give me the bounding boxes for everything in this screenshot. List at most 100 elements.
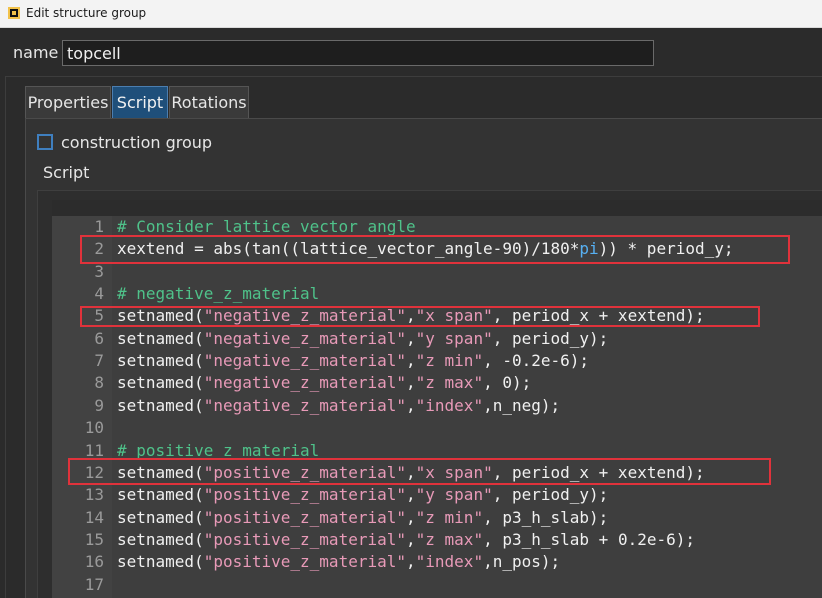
line-number: 9 xyxy=(94,395,104,415)
code-token-str: "x span" xyxy=(415,306,493,326)
code-line: 7 setnamed("negative_z_material","z min",… xyxy=(52,350,822,372)
line-number: 14 xyxy=(84,507,104,527)
code-text: setnamed("positive_z_material","x span",… xyxy=(117,462,705,484)
code-text: setnamed("positive_z_material","y span",… xyxy=(117,484,608,506)
code-token-str: "positive_z_material" xyxy=(203,485,406,505)
editor-top-strip xyxy=(52,200,822,216)
code-token-plain: , xyxy=(406,529,416,549)
code-token-const: pi xyxy=(579,239,599,259)
code-text: setnamed("negative_z_material","z min", … xyxy=(117,350,589,372)
app-window-icon xyxy=(8,7,20,19)
code-token-str: "positive_z_material" xyxy=(203,529,406,549)
code-token-str: "index" xyxy=(415,552,484,572)
line-number: 15 xyxy=(84,529,104,549)
line-number: 16 xyxy=(84,552,104,572)
code-token-plain: setnamed( xyxy=(117,306,204,326)
code-token-plain: ,n_neg); xyxy=(483,395,561,415)
code-token-plain: setnamed( xyxy=(117,395,204,415)
line-number: 4 xyxy=(94,284,104,304)
code-line: 15 setnamed("positive_z_material","z max"… xyxy=(52,529,822,551)
code-token-comment: # Consider lattice vector angle xyxy=(117,217,416,236)
code-line: 1 # Consider lattice vector angle xyxy=(52,216,822,238)
code-token-plain: setnamed( xyxy=(117,485,204,505)
code-token-str: "negative_z_material" xyxy=(203,373,406,393)
code-text: setnamed("positive_z_material","z max", … xyxy=(117,529,695,551)
line-number: 12 xyxy=(84,462,104,482)
tab-rotations[interactable]: Rotations xyxy=(169,86,249,119)
code-token-plain: setnamed( xyxy=(117,328,204,348)
line-number: 6 xyxy=(94,328,104,348)
code-token-plain: , xyxy=(406,328,416,348)
code-text: # Consider lattice vector angle xyxy=(117,216,416,238)
code-token-plain: , p3_h_slab + 0.2e-6); xyxy=(483,529,695,549)
code-line: 9 setnamed("negative_z_material","index",… xyxy=(52,395,822,417)
line-number: 13 xyxy=(84,485,104,505)
code-token-plain: setnamed( xyxy=(117,507,204,527)
code-token-plain: , xyxy=(406,373,416,393)
code-token-plain: , xyxy=(406,485,416,505)
code-token-str: "y span" xyxy=(415,328,493,348)
window-title: Edit structure group xyxy=(26,6,147,20)
code-text: # negative_z_material xyxy=(117,283,319,305)
code-token-plain: , xyxy=(406,552,416,572)
code-token-plain: setnamed( xyxy=(117,351,204,371)
code-token-plain: , p3_h_slab); xyxy=(483,507,609,527)
code-token-plain: setnamed( xyxy=(117,373,204,393)
code-token-str: "negative_z_material" xyxy=(203,395,406,415)
code-text: xextend = abs(tan((lattice_vector_angle-… xyxy=(117,238,734,260)
code-token-plain: , -0.2e-6); xyxy=(483,351,590,371)
code-token-plain: , xyxy=(406,351,416,371)
code-token-plain: , period_y); xyxy=(492,328,609,348)
code-line: 13 setnamed("positive_z_material","y span… xyxy=(52,484,822,506)
code-line: 3 xyxy=(52,261,822,283)
code-token-plain: , xyxy=(406,306,416,326)
code-token-plain: , 0); xyxy=(483,373,532,393)
code-token-str: "z min" xyxy=(415,351,484,371)
line-number: 3 xyxy=(94,261,104,281)
code-token-plain: )) * period_y; xyxy=(598,239,734,259)
construction-group-checkbox[interactable] xyxy=(37,134,53,150)
code-token-str: "y span" xyxy=(415,485,493,505)
name-label: name xyxy=(13,43,59,62)
script-section-label: Script xyxy=(43,163,90,182)
code-text: setnamed("positive_z_material","index",n… xyxy=(117,551,560,573)
line-number: 8 xyxy=(94,373,104,393)
code-token-str: "positive_z_material" xyxy=(203,507,406,527)
code-line: 12 setnamed("positive_z_material","x span… xyxy=(52,462,822,484)
code-line: 10 xyxy=(52,417,822,439)
code-token-str: "x span" xyxy=(415,462,493,482)
line-number: 11 xyxy=(84,440,104,460)
code-token-plain: , period_y); xyxy=(492,485,609,505)
code-line: 11 # positive_z_material xyxy=(52,440,822,462)
line-number: 1 xyxy=(94,217,104,236)
name-input[interactable] xyxy=(62,40,654,66)
code-line: 16 setnamed("positive_z_material","index"… xyxy=(52,551,822,573)
code-token-plain: , period_x + xextend); xyxy=(492,306,705,326)
code-line: 4 # negative_z_material xyxy=(52,283,822,305)
line-number: 10 xyxy=(84,418,104,438)
code-line: 6 setnamed("negative_z_material","y span"… xyxy=(52,328,822,350)
code-text: setnamed("negative_z_material","z max", … xyxy=(117,372,531,394)
code-token-comment: # positive_z_material xyxy=(117,440,320,460)
line-number: 5 xyxy=(94,306,104,326)
code-token-plain: ,n_pos); xyxy=(483,552,561,572)
code-token-str: "positive_z_material" xyxy=(203,552,406,572)
code-token-plain: xextend = abs(tan((lattice_vector_angle-… xyxy=(117,239,580,259)
line-number: 2 xyxy=(94,239,104,259)
line-number: 17 xyxy=(84,574,104,594)
code-token-plain: , xyxy=(406,462,416,482)
code-line: 17 xyxy=(52,574,822,596)
code-text: setnamed("negative_z_material","index",n… xyxy=(117,395,560,417)
tab-script[interactable]: Script xyxy=(112,86,168,119)
construction-group-label: construction group xyxy=(61,133,213,152)
code-token-plain: , xyxy=(406,395,416,415)
code-token-str: "index" xyxy=(415,395,484,415)
code-token-str: "positive_z_material" xyxy=(203,462,406,482)
code-text: setnamed("negative_z_material","x span",… xyxy=(117,305,705,327)
code-token-str: "z min" xyxy=(415,507,484,527)
tab-properties[interactable]: Properties xyxy=(25,86,111,119)
code-token-plain: , period_x + xextend); xyxy=(492,462,705,482)
code-line: 8 setnamed("negative_z_material","z max",… xyxy=(52,372,822,394)
code-line: 2 xextend = abs(tan((lattice_vector_angle… xyxy=(52,238,822,260)
code-token-plain: setnamed( xyxy=(117,552,204,572)
